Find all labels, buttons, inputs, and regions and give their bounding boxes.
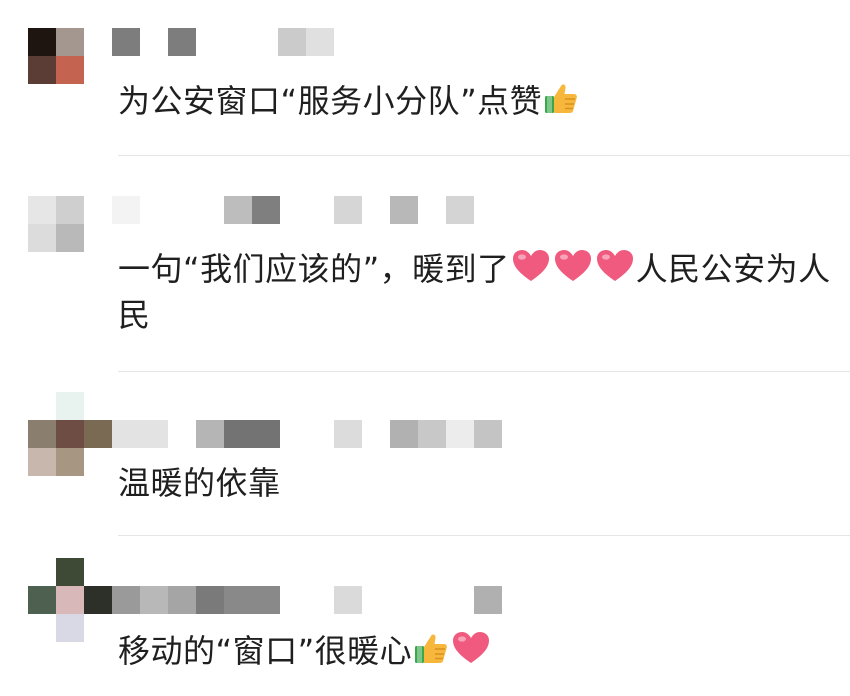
heart-icon: [512, 250, 549, 281]
thumbs-up-icon: [545, 84, 578, 113]
comment-text-before: 为公安窗口“服务小分队”点赞: [118, 82, 543, 120]
comment-text-before: 一句“我们应该的”，暖到了: [118, 250, 510, 288]
comment-text: 一句“我们应该的”，暖到了 人民公安为人民: [118, 246, 834, 338]
heart-icon: [554, 250, 591, 281]
heart-icon: [596, 250, 633, 281]
comment-item: 温暖的依靠: [0, 372, 850, 536]
thumbs-up-icon: [415, 634, 448, 663]
comment-text: 为公安窗口“服务小分队”点赞: [118, 78, 838, 124]
comment-text: 温暖的依靠: [118, 460, 838, 506]
heart-icon: [453, 632, 490, 663]
comment-text: 移动的“窗口”很暖心: [118, 628, 838, 674]
comment-text-before: 移动的“窗口”很暖心: [118, 632, 413, 670]
comment-item: 为公安窗口“服务小分队”点赞: [0, 0, 850, 156]
comment-item: 移动的“窗口”很暖心: [0, 536, 850, 696]
comment-item: 一句“我们应该的”，暖到了 人民公安为人民: [0, 156, 850, 372]
comment-text-before: 温暖的依靠: [118, 464, 281, 502]
comment-feed: 为公安窗口“服务小分队”点赞 一句“我们应该的”，暖到了 人民公安为人民 温暖的…: [0, 0, 850, 696]
